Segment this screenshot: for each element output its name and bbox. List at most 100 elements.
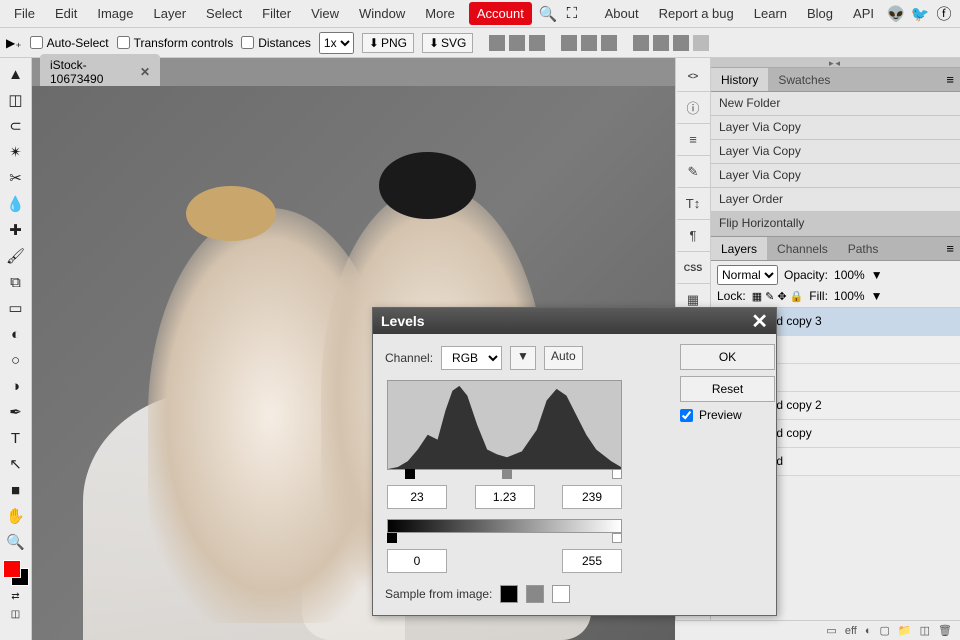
character-panel-icon[interactable]: T↕ <box>677 188 710 220</box>
panel-resize-handle[interactable]: ▸◂ <box>711 58 960 68</box>
menu-window[interactable]: Window <box>349 2 415 25</box>
menu-edit[interactable]: Edit <box>45 2 87 25</box>
output-black-handle[interactable] <box>387 533 397 543</box>
hand-tool[interactable]: ✋ <box>3 504 29 528</box>
output-slider[interactable] <box>387 533 622 545</box>
menu-report-bug[interactable]: Report a bug <box>649 2 744 25</box>
status-new-icon[interactable]: ◫ <box>920 624 930 637</box>
tab-channels[interactable]: Channels <box>767 237 838 260</box>
menu-view[interactable]: View <box>301 2 349 25</box>
search-icon[interactable]: 🔍 <box>536 5 560 23</box>
fill-value[interactable]: 100% <box>834 289 865 303</box>
input-gamma-handle[interactable] <box>502 469 512 479</box>
history-panel-menu-icon[interactable]: ≡ <box>940 68 960 91</box>
lock-pixels-icon[interactable]: ✎ <box>765 290 774 303</box>
status-docs-icon[interactable]: ▭ <box>826 624 836 637</box>
history-item[interactable]: New Folder <box>711 92 960 116</box>
distribute-spacing-icon[interactable] <box>673 35 689 51</box>
strip-handle-icon[interactable]: <> <box>677 60 710 92</box>
status-folder-icon[interactable]: 📁 <box>898 624 912 637</box>
menu-api[interactable]: API <box>843 2 884 25</box>
scale-select[interactable]: 1x <box>319 32 354 54</box>
auto-button[interactable]: Auto <box>544 346 583 370</box>
sample-black-icon[interactable] <box>500 585 518 603</box>
output-white-handle[interactable] <box>612 533 622 543</box>
quickmask-icon[interactable]: ◫ <box>3 606 29 622</box>
stamp-tool[interactable]: ⧉ <box>3 270 29 294</box>
status-mask-icon[interactable]: ▢ <box>880 624 890 637</box>
distances-option[interactable]: Distances <box>241 36 311 50</box>
opacity-dropdown-icon[interactable]: ▼ <box>871 268 883 282</box>
crop-tool[interactable]: ✂ <box>3 166 29 190</box>
move-tool[interactable]: ▲ <box>3 62 29 86</box>
text-tool[interactable]: T <box>3 426 29 450</box>
document-tab[interactable]: iStock-10673490 ✕ <box>40 54 160 90</box>
input-slider[interactable] <box>387 469 622 481</box>
dialog-close-icon[interactable]: ✕ <box>751 309 768 334</box>
align-right-icon[interactable] <box>529 35 545 51</box>
lock-all-icon[interactable]: 🔒 <box>790 290 804 303</box>
fill-dropdown-icon[interactable]: ▼ <box>871 289 883 303</box>
export-svg-button[interactable]: ⬇SVG <box>422 33 473 53</box>
color-swatch[interactable] <box>3 560 29 586</box>
status-eff[interactable]: eff <box>845 625 857 637</box>
sample-white-icon[interactable] <box>552 585 570 603</box>
tab-paths[interactable]: Paths <box>838 237 889 260</box>
menu-file[interactable]: File <box>4 2 45 25</box>
input-gamma-value[interactable] <box>475 485 535 509</box>
swap-colors-icon[interactable]: ⇄ <box>3 588 29 604</box>
menu-blog[interactable]: Blog <box>797 2 843 25</box>
sample-gray-icon[interactable] <box>526 585 544 603</box>
distribute-4-icon[interactable] <box>693 35 709 51</box>
input-black-value[interactable] <box>387 485 447 509</box>
align-center-v-icon[interactable] <box>581 35 597 51</box>
close-tab-icon[interactable]: ✕ <box>140 65 150 79</box>
marquee-tool[interactable]: ◫ <box>3 88 29 112</box>
menu-more[interactable]: More <box>415 2 465 25</box>
lasso-tool[interactable]: ⊂ <box>3 114 29 138</box>
menu-learn[interactable]: Learn <box>744 2 797 25</box>
history-item[interactable]: Layer Order <box>711 188 960 212</box>
input-black-handle[interactable] <box>405 469 415 479</box>
paragraph-panel-icon[interactable]: ¶ <box>677 220 710 252</box>
tab-history[interactable]: History <box>711 68 768 91</box>
tab-swatches[interactable]: Swatches <box>768 68 840 91</box>
align-bottom-icon[interactable] <box>601 35 617 51</box>
menu-about[interactable]: About <box>595 2 649 25</box>
history-item[interactable]: Flip Horizontally <box>711 212 960 236</box>
history-item[interactable]: Layer Via Copy <box>711 164 960 188</box>
foreground-color[interactable] <box>3 560 21 578</box>
info-panel-icon[interactable]: ⓘ <box>677 92 710 124</box>
pen-tool[interactable]: ✒ <box>3 400 29 424</box>
fullscreen-icon[interactable]: ⛶ <box>560 5 584 22</box>
tab-layers[interactable]: Layers <box>711 237 767 260</box>
dialog-titlebar[interactable]: Levels ✕ <box>373 308 776 334</box>
align-top-icon[interactable] <box>561 35 577 51</box>
opacity-value[interactable]: 100% <box>834 268 865 282</box>
layers-panel-menu-icon[interactable]: ≡ <box>940 237 960 260</box>
dodge-tool[interactable]: ◑ <box>3 374 29 398</box>
ok-button[interactable]: OK <box>680 344 775 370</box>
status-contrast-icon[interactable]: ◐ <box>865 625 872 637</box>
reset-button[interactable]: Reset <box>680 376 775 402</box>
output-black-value[interactable] <box>387 549 447 573</box>
css-panel-icon[interactable]: CSS <box>677 252 710 284</box>
lock-transparent-icon[interactable]: ▦ <box>752 290 762 303</box>
brush-tool[interactable]: 🖌 <box>3 244 29 268</box>
heal-tool[interactable]: ✚ <box>3 218 29 242</box>
wand-tool[interactable]: ✴ <box>3 140 29 164</box>
history-item[interactable]: Layer Via Copy <box>711 116 960 140</box>
align-center-h-icon[interactable] <box>509 35 525 51</box>
eraser-tool[interactable]: ▭ <box>3 296 29 320</box>
export-png-button[interactable]: ⬇PNG <box>362 33 414 53</box>
channel-dropdown-icon[interactable]: ▼ <box>510 346 536 370</box>
brush-panel-icon[interactable]: ✎ <box>677 156 710 188</box>
zoom-tool[interactable]: 🔍 <box>3 530 29 554</box>
lock-position-icon[interactable]: ✥ <box>777 290 786 303</box>
menu-image[interactable]: Image <box>87 2 143 25</box>
status-trash-icon[interactable]: 🗑 <box>938 624 952 637</box>
twitter-icon[interactable]: 🐦 <box>908 5 932 23</box>
gradient-tool[interactable]: ◐ <box>3 322 29 346</box>
blend-mode-select[interactable]: Normal <box>717 265 778 285</box>
input-white-handle[interactable] <box>612 469 622 479</box>
